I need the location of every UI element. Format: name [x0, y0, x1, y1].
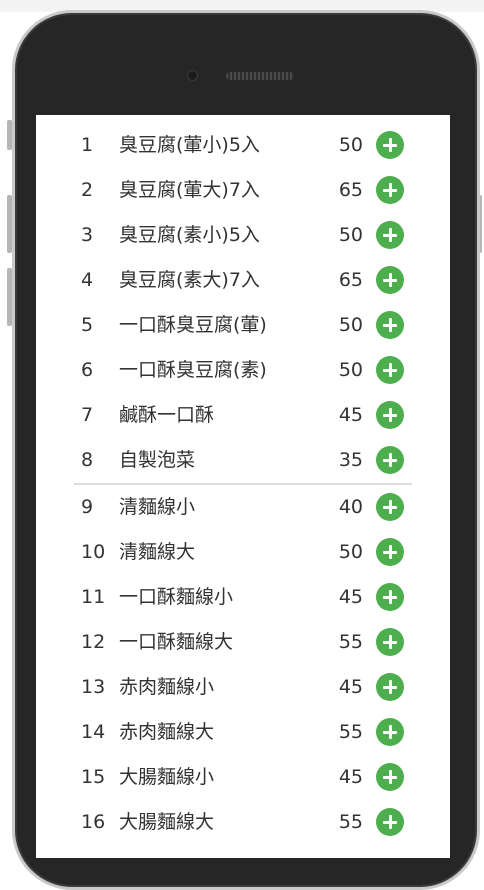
item-name: 臭豆腐(素小)5入	[119, 224, 260, 246]
item-name: 大腸麵線大	[119, 811, 215, 833]
menu-screen: 1 臭豆腐(葷小)5入 50 2 臭豆腐(葷大)7入 65 3 臭豆腐(素小)5…	[36, 115, 450, 858]
item-number: 6	[81, 359, 94, 381]
add-item-button[interactable]	[376, 401, 404, 429]
front-camera	[187, 70, 198, 81]
item-name: 臭豆腐(葷小)5入	[119, 134, 260, 156]
item-price: 40	[338, 496, 363, 518]
item-price: 50	[338, 134, 363, 156]
item-name: 清麵線大	[119, 541, 196, 563]
item-number: 9	[81, 496, 94, 518]
item-name: 大腸麵線小	[119, 766, 215, 788]
add-item-button[interactable]	[376, 266, 404, 294]
item-name: 鹹酥一口酥	[119, 404, 215, 426]
menu-item: 6 一口酥臭豆腐(素) 50	[36, 348, 450, 393]
add-item-button[interactable]	[376, 356, 404, 384]
add-item-button[interactable]	[376, 176, 404, 204]
item-name: 赤肉麵線小	[119, 676, 215, 698]
item-name: 臭豆腐(素大)7入	[119, 269, 260, 291]
menu-item: 1 臭豆腐(葷小)5入 50	[36, 123, 450, 168]
item-number: 7	[81, 404, 94, 426]
add-item-button[interactable]	[376, 493, 404, 521]
menu-item: 7 鹹酥一口酥 45	[36, 393, 450, 438]
item-name: 臭豆腐(葷大)7入	[119, 179, 260, 201]
item-price: 45	[338, 586, 363, 608]
item-number: 2	[81, 179, 94, 201]
item-price: 55	[338, 811, 363, 833]
item-number: 13	[81, 676, 106, 698]
add-item-button[interactable]	[376, 673, 404, 701]
menu-item: 13 赤肉麵線小 45	[36, 665, 450, 710]
item-number: 15	[81, 766, 106, 788]
menu-item: 4 臭豆腐(素大)7入 65	[36, 258, 450, 303]
item-price: 50	[338, 359, 363, 381]
item-price: 45	[338, 404, 363, 426]
item-price: 65	[338, 179, 363, 201]
item-price: 35	[338, 449, 363, 471]
menu-item: 8 自製泡菜 35	[36, 438, 450, 483]
add-item-button[interactable]	[376, 221, 404, 249]
item-name: 清麵線小	[119, 496, 196, 518]
item-number: 12	[81, 631, 106, 653]
add-item-button[interactable]	[376, 311, 404, 339]
item-price: 50	[338, 541, 363, 563]
add-item-button[interactable]	[376, 763, 404, 791]
item-name: 赤肉麵線大	[119, 721, 215, 743]
item-number: 11	[81, 586, 106, 608]
item-price: 65	[338, 269, 363, 291]
menu-item: 15 大腸麵線小 45	[36, 755, 450, 800]
item-name: 一口酥臭豆腐(素)	[119, 359, 267, 381]
item-number: 4	[81, 269, 94, 291]
item-name: 自製泡菜	[119, 449, 196, 471]
item-name: 一口酥麵線小	[119, 586, 234, 608]
add-item-button[interactable]	[376, 583, 404, 611]
menu-item: 11 一口酥麵線小 45	[36, 575, 450, 620]
add-item-button[interactable]	[376, 808, 404, 836]
item-number: 5	[81, 314, 94, 336]
menu-item: 12 一口酥麵線大 55	[36, 620, 450, 665]
add-item-button[interactable]	[376, 131, 404, 159]
menu-item: 3 臭豆腐(素小)5入 50	[36, 213, 450, 258]
add-item-button[interactable]	[376, 538, 404, 566]
menu-item: 10 清麵線大 50	[36, 530, 450, 575]
item-price: 50	[338, 224, 363, 246]
menu-item: 14 赤肉麵線大 55	[36, 710, 450, 755]
item-price: 55	[338, 721, 363, 743]
item-number: 16	[81, 811, 106, 833]
earpiece-speaker	[226, 72, 294, 80]
item-price: 55	[338, 631, 363, 653]
add-item-button[interactable]	[376, 718, 404, 746]
item-number: 8	[81, 449, 94, 471]
item-price: 45	[338, 676, 363, 698]
item-price: 50	[338, 314, 363, 336]
add-item-button[interactable]	[376, 628, 404, 656]
item-number: 3	[81, 224, 94, 246]
menu-item: 5 一口酥臭豆腐(葷) 50	[36, 303, 450, 348]
item-number: 14	[81, 721, 106, 743]
menu-item: 2 臭豆腐(葷大)7入 65	[36, 168, 450, 213]
item-price: 45	[338, 766, 363, 788]
item-number: 1	[81, 134, 94, 156]
item-name: 一口酥臭豆腐(葷)	[119, 314, 267, 336]
menu-item: 9 清麵線小 40	[36, 485, 450, 530]
add-item-button[interactable]	[376, 446, 404, 474]
menu-item: 16 大腸麵線大 55	[36, 800, 450, 845]
item-name: 一口酥麵線大	[119, 631, 234, 653]
item-number: 10	[81, 541, 106, 563]
